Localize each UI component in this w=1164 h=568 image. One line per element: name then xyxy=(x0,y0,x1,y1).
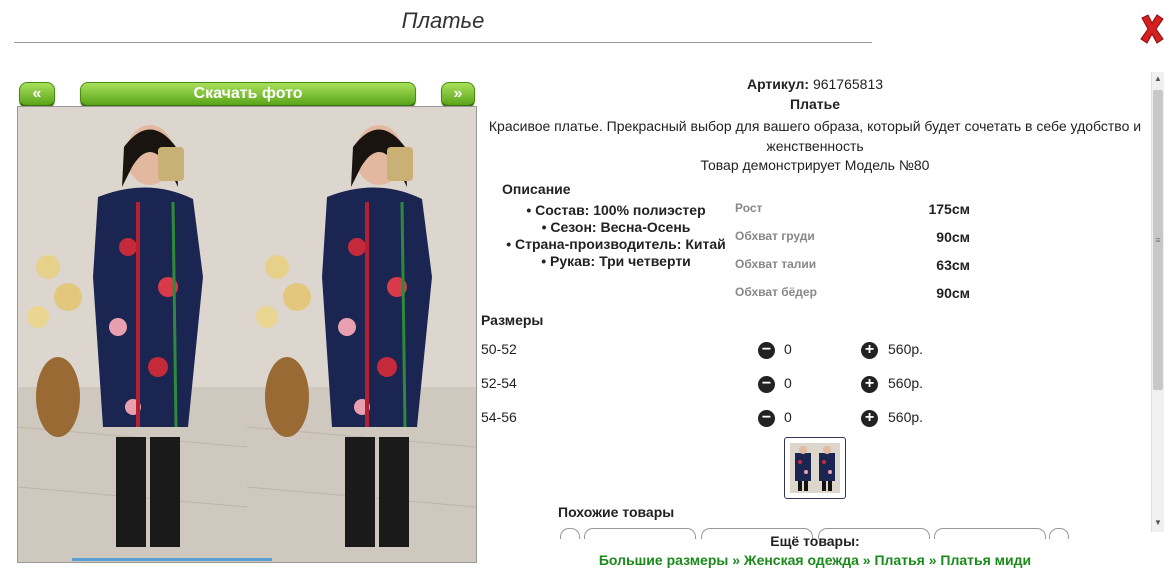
category-breadcrumbs[interactable]: Большие размеры » Женская одежда » Плать… xyxy=(480,552,1150,568)
close-icon[interactable] xyxy=(1138,12,1164,46)
measure-label: Обхват талии xyxy=(735,257,817,271)
sizes-heading: Размеры xyxy=(481,312,544,328)
prev-photo-button[interactable]: « xyxy=(19,82,55,108)
minus-icon[interactable]: − xyxy=(758,410,775,427)
quantity-value: 0 xyxy=(784,409,792,425)
measure-value: 63см xyxy=(936,257,970,273)
measure-value: 90см xyxy=(936,285,970,301)
spec-item: Сезон: Весна-Осень xyxy=(496,219,736,236)
quantity-value: 0 xyxy=(784,341,792,357)
photo-thumbnail[interactable] xyxy=(784,437,846,499)
plus-icon[interactable]: + xyxy=(861,376,878,393)
measure-label: Рост xyxy=(735,201,763,215)
similar-heading: Похожие товары xyxy=(558,504,675,520)
minus-icon[interactable]: − xyxy=(758,342,775,359)
photo-right xyxy=(247,107,476,562)
scroll-down-arrow[interactable]: ▼ xyxy=(1154,518,1162,527)
quantity-value: 0 xyxy=(784,375,792,391)
download-photo-button[interactable]: Скачать фото xyxy=(80,82,416,108)
next-photo-button[interactable]: » xyxy=(441,82,475,108)
minus-icon[interactable]: − xyxy=(758,376,775,393)
plus-icon[interactable]: + xyxy=(861,342,878,359)
size-label: 52-54 xyxy=(481,375,517,391)
size-label: 54-56 xyxy=(481,409,517,425)
product-description: Красивое платье. Прекрасный выбор для ва… xyxy=(488,118,1142,154)
size-row: 50-52 − 0 + 560р. xyxy=(481,341,951,361)
model-line: Товар демонстрирует Модель №80 xyxy=(700,157,930,173)
more-heading: Ещё товары: xyxy=(770,533,860,549)
article-line: Артикул: 961765813 xyxy=(480,76,1150,92)
size-row: 54-56 − 0 + 560р. xyxy=(481,409,951,429)
price-value: 560р. xyxy=(888,341,924,357)
article-value: 961765813 xyxy=(812,76,884,92)
scroll-grip: ≡ xyxy=(1155,235,1161,245)
size-row: 52-54 − 0 + 560р. xyxy=(481,375,951,395)
price-value: 560р. xyxy=(888,409,924,425)
specs-list: Состав: 100% полиэстер Сезон: Весна-Осен… xyxy=(496,202,736,270)
photo-left xyxy=(18,107,247,562)
price-value: 560р. xyxy=(888,375,924,391)
spec-item: Рукав: Три четверти xyxy=(496,253,736,270)
specs-heading: Описание xyxy=(502,181,571,197)
size-label: 50-52 xyxy=(481,341,517,357)
thumbnail-image xyxy=(790,443,840,493)
measure-label: Обхват бёдер xyxy=(735,285,817,299)
product-name: Платье xyxy=(790,96,840,112)
page-title: Платье xyxy=(14,8,872,43)
spec-item: Состав: 100% полиэстер xyxy=(496,202,736,219)
article-label: Артикул: xyxy=(746,76,810,92)
measure-value: 175см xyxy=(928,201,970,217)
scroll-up-arrow[interactable]: ▲ xyxy=(1154,74,1162,83)
scrollbar[interactable]: ▲ ≡ ▼ xyxy=(1151,72,1164,532)
spec-item: Страна-производитель: Китай xyxy=(496,236,736,253)
product-photo[interactable] xyxy=(17,106,477,563)
measure-label: Обхват груди xyxy=(735,229,815,243)
plus-icon[interactable]: + xyxy=(861,410,878,427)
measure-value: 90см xyxy=(936,229,970,245)
